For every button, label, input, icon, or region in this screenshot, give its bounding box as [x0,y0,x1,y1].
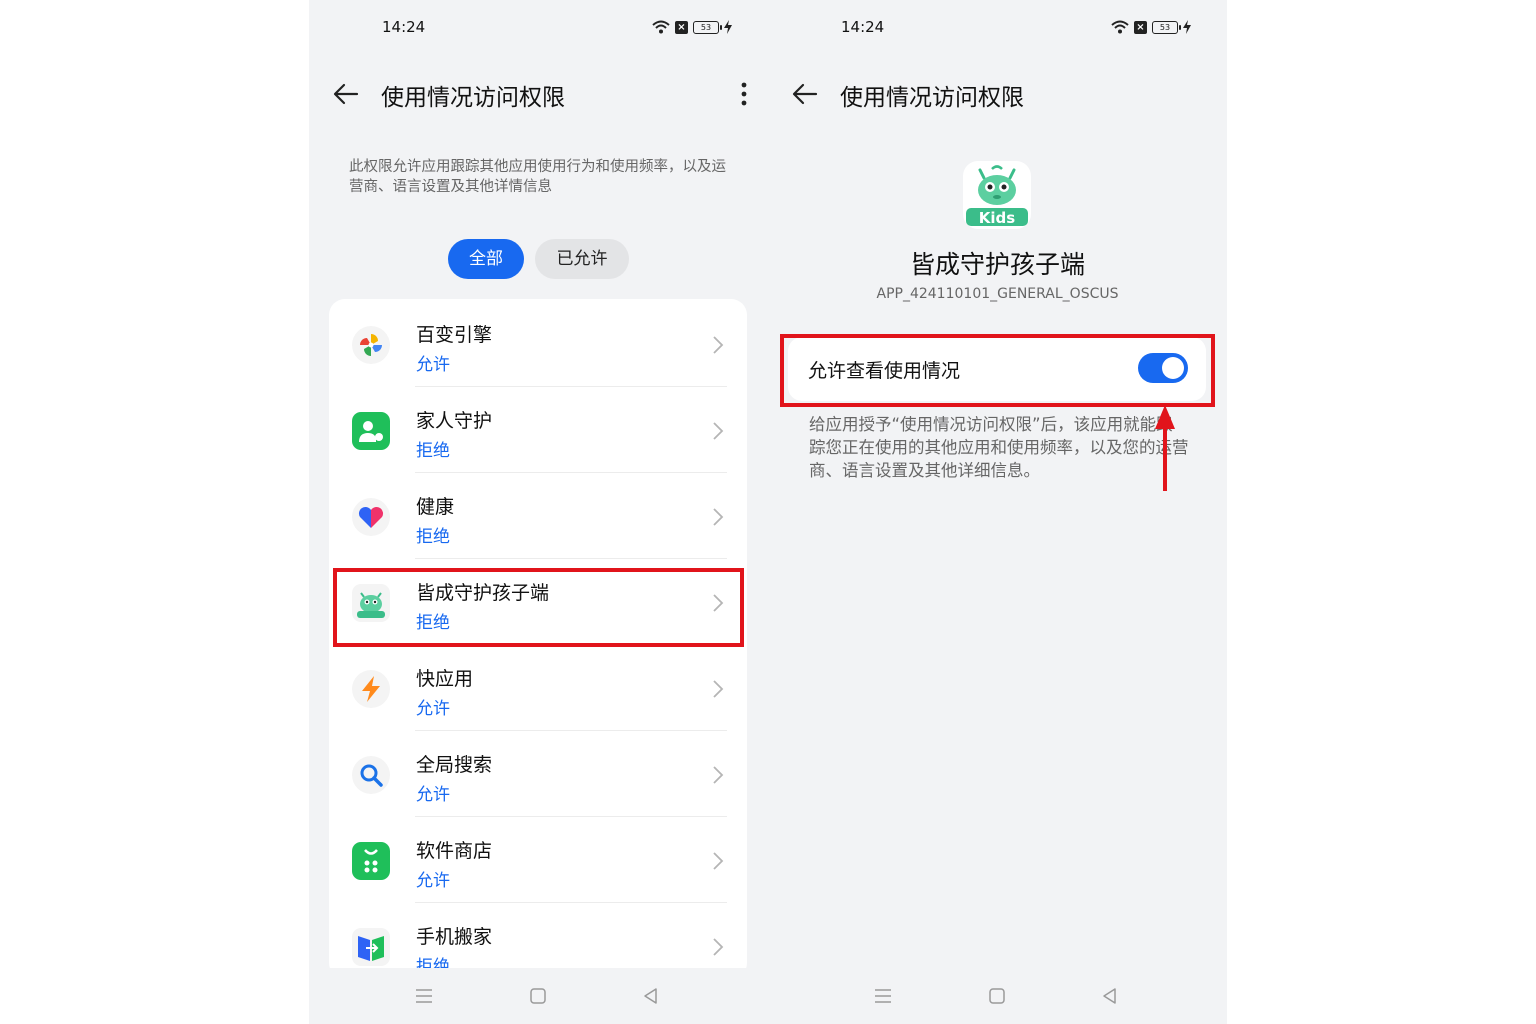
permission-list-screen: 14:24 × 53 使用情况访问权限 此权限允许应用跟踪其他应用使用行为和使用… [309,0,768,1024]
battery-icon: 53 [693,20,722,34]
back-icon[interactable] [1099,986,1121,1006]
charging-icon [1183,20,1191,34]
status-time: 14:24 [841,18,885,36]
red-arrow-annotation [1155,405,1175,491]
app-name: 家人守护 [416,410,493,432]
pinwheel-icon [352,326,390,364]
app-icon-large: Kids [962,160,1032,230]
chevron-right-icon [713,938,724,956]
store-icon [352,842,390,880]
phone-transfer-icon [352,928,390,966]
chevron-right-icon [713,422,724,440]
kids-monster-icon: Kids [963,161,1031,229]
list-item-app[interactable]: 百变引擎 允许 [329,301,747,387]
highlight-selected-app [333,568,744,647]
app-name: 全局搜索 [416,754,493,776]
page-title: 使用情况访问权限 [840,85,1024,111]
permission-description: 此权限允许应用跟踪其他应用使用行为和使用频率，以及运营商、语言设置及其他详情信息 [349,159,726,195]
lightning-icon [352,670,390,708]
page-title: 使用情况访问权限 [381,85,565,111]
chevron-right-icon [713,852,724,870]
permission-status: 允许 [416,699,450,719]
app-name: 快应用 [416,668,474,690]
chevron-right-icon [713,336,724,354]
kids-label: Kids [979,209,1016,227]
app-permission-detail-screen: 14:24 × 53 使用情况访问权限 Kids 皆成守护孩子端 APP_424… [768,0,1227,1024]
wifi-icon [652,20,670,34]
status-bar: 14:24 × 53 [768,18,1227,40]
menu-icon[interactable] [872,986,894,1006]
top-app-bar: 使用情况访问权限 [309,74,768,114]
app-package-id: APP_424110101_GENERAL_OSCUS [876,286,1119,302]
heart-icon [352,498,390,536]
list-item-app[interactable]: 快应用 允许 [329,645,747,731]
menu-icon[interactable] [413,986,435,1006]
list-item-app[interactable]: 健康 拒绝 [329,473,747,559]
highlight-toggle-row [780,334,1215,407]
chevron-right-icon [713,680,724,698]
navigation-bar [768,968,1227,1024]
chevron-right-icon [713,508,724,526]
home-icon[interactable] [527,986,549,1006]
tab-all[interactable]: 全部 [448,239,524,279]
permission-status: 拒绝 [416,527,450,547]
app-name: 皆成守护孩子端 [909,250,1085,279]
setting-description: 给应用授予“使用情况访问权限”后，该应用就能跟踪您正在使用的其他应用和使用频率，… [809,415,1189,480]
list-item-app[interactable]: 全局搜索 允许 [329,731,747,817]
battery-icon: 53 [1152,20,1181,34]
status-bar: 14:24 × 53 [309,18,768,40]
wifi-icon [1111,20,1129,34]
navigation-bar [309,968,768,1024]
back-arrow-icon[interactable] [790,80,820,108]
permission-status: 拒绝 [416,441,450,461]
app-name: 百变引擎 [416,324,493,346]
charging-icon [724,20,732,34]
back-icon[interactable] [640,986,662,1006]
back-arrow-icon[interactable] [331,80,361,108]
top-app-bar: 使用情况访问权限 [768,74,1227,114]
permission-status: 允许 [416,871,450,891]
list-item-app[interactable]: 软件商店 允许 [329,817,747,903]
app-name: 软件商店 [416,840,493,862]
chevron-right-icon [713,766,724,784]
tab-allowed[interactable]: 已允许 [535,239,629,279]
permission-status: 允许 [416,355,450,375]
permission-status: 允许 [416,785,450,805]
status-time: 14:24 [382,18,426,36]
sim-x-icon: × [1134,20,1147,34]
family-guard-icon [352,412,390,450]
app-name: 手机搬家 [416,926,493,948]
home-icon[interactable] [986,986,1008,1006]
search-icon [352,756,390,794]
list-item-app[interactable]: 家人守护 拒绝 [329,387,747,473]
sim-x-icon: × [675,20,688,34]
more-options-icon[interactable] [730,80,758,108]
app-name: 健康 [416,496,455,518]
